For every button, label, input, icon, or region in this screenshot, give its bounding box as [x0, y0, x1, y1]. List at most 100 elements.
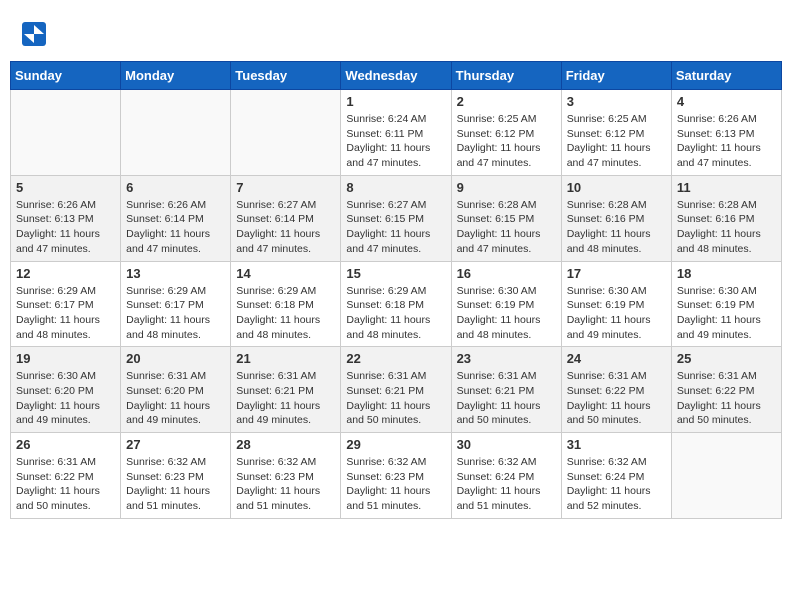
day-info: Sunrise: 6:24 AM Sunset: 6:11 PM Dayligh…	[346, 112, 445, 171]
calendar-cell: 7 Sunrise: 6:27 AM Sunset: 6:14 PM Daylig…	[231, 175, 341, 261]
day-info: Sunrise: 6:32 AM Sunset: 6:23 PM Dayligh…	[346, 455, 445, 514]
day-number: 24	[567, 351, 666, 366]
calendar-cell: 1 Sunrise: 6:24 AM Sunset: 6:11 PM Daylig…	[341, 90, 451, 176]
day-number: 7	[236, 180, 335, 195]
calendar-cell: 12Sunrise: 6:29 AM Sunset: 6:17 PM Dayli…	[11, 261, 121, 347]
day-info: Sunrise: 6:26 AM Sunset: 6:14 PM Dayligh…	[126, 198, 225, 257]
calendar-cell: 31 Sunrise: 6:32 AM Sunset: 6:24 PM Dayli…	[561, 433, 671, 519]
day-info: Sunrise: 6:30 AM Sunset: 6:19 PM Dayligh…	[457, 284, 556, 343]
day-number: 17	[567, 266, 666, 281]
day-info: Sunrise: 6:31 AM Sunset: 6:20 PM Dayligh…	[126, 369, 225, 428]
weekday-header-monday: Monday	[121, 62, 231, 90]
day-number: 29	[346, 437, 445, 452]
calendar-cell: 24 Sunrise: 6:31 AM Sunset: 6:22 PM Dayli…	[561, 347, 671, 433]
calendar-cell: 16 Sunrise: 6:30 AM Sunset: 6:19 PM Dayli…	[451, 261, 561, 347]
calendar-week-row: 1 Sunrise: 6:24 AM Sunset: 6:11 PM Daylig…	[11, 90, 782, 176]
day-number: 9	[457, 180, 556, 195]
day-info: Sunrise: 6:32 AM Sunset: 6:24 PM Dayligh…	[567, 455, 666, 514]
day-number: 28	[236, 437, 335, 452]
weekday-header-sunday: Sunday	[11, 62, 121, 90]
day-number: 1	[346, 94, 445, 109]
weekday-header-saturday: Saturday	[671, 62, 781, 90]
day-number: 30	[457, 437, 556, 452]
day-number: 23	[457, 351, 556, 366]
day-number: 26	[16, 437, 115, 452]
day-info: Sunrise: 6:27 AM Sunset: 6:15 PM Dayligh…	[346, 198, 445, 257]
calendar-cell: 4 Sunrise: 6:26 AM Sunset: 6:13 PM Daylig…	[671, 90, 781, 176]
calendar-cell: 14 Sunrise: 6:29 AM Sunset: 6:18 PM Dayli…	[231, 261, 341, 347]
calendar-cell: 19Sunrise: 6:30 AM Sunset: 6:20 PM Dayli…	[11, 347, 121, 433]
calendar-cell	[671, 433, 781, 519]
calendar-cell: 25Sunrise: 6:31 AM Sunset: 6:22 PM Dayli…	[671, 347, 781, 433]
calendar-cell: 2Sunrise: 6:25 AM Sunset: 6:12 PM Daylig…	[451, 90, 561, 176]
day-info: Sunrise: 6:29 AM Sunset: 6:17 PM Dayligh…	[126, 284, 225, 343]
day-number: 4	[677, 94, 776, 109]
calendar-cell: 9 Sunrise: 6:28 AM Sunset: 6:15 PM Daylig…	[451, 175, 561, 261]
day-number: 18	[677, 266, 776, 281]
weekday-header-wednesday: Wednesday	[341, 62, 451, 90]
day-info: Sunrise: 6:31 AM Sunset: 6:22 PM Dayligh…	[677, 369, 776, 428]
day-info: Sunrise: 6:31 AM Sunset: 6:21 PM Dayligh…	[236, 369, 335, 428]
logo-icon	[20, 20, 48, 48]
day-info: Sunrise: 6:32 AM Sunset: 6:23 PM Dayligh…	[126, 455, 225, 514]
day-info: Sunrise: 6:29 AM Sunset: 6:18 PM Dayligh…	[236, 284, 335, 343]
day-info: Sunrise: 6:30 AM Sunset: 6:19 PM Dayligh…	[677, 284, 776, 343]
day-number: 6	[126, 180, 225, 195]
day-number: 19	[16, 351, 115, 366]
calendar-cell: 20 Sunrise: 6:31 AM Sunset: 6:20 PM Dayli…	[121, 347, 231, 433]
calendar-week-row: 12Sunrise: 6:29 AM Sunset: 6:17 PM Dayli…	[11, 261, 782, 347]
day-info: Sunrise: 6:29 AM Sunset: 6:18 PM Dayligh…	[346, 284, 445, 343]
day-number: 21	[236, 351, 335, 366]
day-number: 31	[567, 437, 666, 452]
calendar-cell: 11Sunrise: 6:28 AM Sunset: 6:16 PM Dayli…	[671, 175, 781, 261]
weekday-header-tuesday: Tuesday	[231, 62, 341, 90]
day-number: 8	[346, 180, 445, 195]
calendar-cell: 23 Sunrise: 6:31 AM Sunset: 6:21 PM Dayli…	[451, 347, 561, 433]
calendar-week-row: 19Sunrise: 6:30 AM Sunset: 6:20 PM Dayli…	[11, 347, 782, 433]
day-info: Sunrise: 6:32 AM Sunset: 6:24 PM Dayligh…	[457, 455, 556, 514]
calendar-cell: 28 Sunrise: 6:32 AM Sunset: 6:23 PM Dayli…	[231, 433, 341, 519]
day-number: 15	[346, 266, 445, 281]
day-number: 16	[457, 266, 556, 281]
calendar-cell: 26 Sunrise: 6:31 AM Sunset: 6:22 PM Dayli…	[11, 433, 121, 519]
day-info: Sunrise: 6:32 AM Sunset: 6:23 PM Dayligh…	[236, 455, 335, 514]
calendar-cell: 22 Sunrise: 6:31 AM Sunset: 6:21 PM Dayli…	[341, 347, 451, 433]
calendar-cell: 5 Sunrise: 6:26 AM Sunset: 6:13 PM Daylig…	[11, 175, 121, 261]
weekday-header-thursday: Thursday	[451, 62, 561, 90]
day-info: Sunrise: 6:31 AM Sunset: 6:21 PM Dayligh…	[346, 369, 445, 428]
day-number: 10	[567, 180, 666, 195]
day-number: 5	[16, 180, 115, 195]
calendar-cell	[121, 90, 231, 176]
calendar-cell: 27 Sunrise: 6:32 AM Sunset: 6:23 PM Dayli…	[121, 433, 231, 519]
calendar-cell: 30 Sunrise: 6:32 AM Sunset: 6:24 PM Dayli…	[451, 433, 561, 519]
weekday-header-friday: Friday	[561, 62, 671, 90]
day-info: Sunrise: 6:29 AM Sunset: 6:17 PM Dayligh…	[16, 284, 115, 343]
day-number: 3	[567, 94, 666, 109]
calendar-cell: 6 Sunrise: 6:26 AM Sunset: 6:14 PM Daylig…	[121, 175, 231, 261]
day-info: Sunrise: 6:27 AM Sunset: 6:14 PM Dayligh…	[236, 198, 335, 257]
logo	[20, 20, 52, 48]
calendar-cell: 18 Sunrise: 6:30 AM Sunset: 6:19 PM Dayli…	[671, 261, 781, 347]
day-info: Sunrise: 6:26 AM Sunset: 6:13 PM Dayligh…	[16, 198, 115, 257]
calendar-cell: 8 Sunrise: 6:27 AM Sunset: 6:15 PM Daylig…	[341, 175, 451, 261]
day-info: Sunrise: 6:25 AM Sunset: 6:12 PM Dayligh…	[567, 112, 666, 171]
day-number: 14	[236, 266, 335, 281]
calendar-cell: 3 Sunrise: 6:25 AM Sunset: 6:12 PM Daylig…	[561, 90, 671, 176]
day-info: Sunrise: 6:28 AM Sunset: 6:16 PM Dayligh…	[567, 198, 666, 257]
day-number: 13	[126, 266, 225, 281]
day-number: 20	[126, 351, 225, 366]
day-info: Sunrise: 6:28 AM Sunset: 6:15 PM Dayligh…	[457, 198, 556, 257]
calendar-week-row: 5 Sunrise: 6:26 AM Sunset: 6:13 PM Daylig…	[11, 175, 782, 261]
calendar-cell	[231, 90, 341, 176]
day-info: Sunrise: 6:31 AM Sunset: 6:22 PM Dayligh…	[16, 455, 115, 514]
day-info: Sunrise: 6:31 AM Sunset: 6:21 PM Dayligh…	[457, 369, 556, 428]
calendar-cell: 15 Sunrise: 6:29 AM Sunset: 6:18 PM Dayli…	[341, 261, 451, 347]
calendar-cell: 13 Sunrise: 6:29 AM Sunset: 6:17 PM Dayli…	[121, 261, 231, 347]
day-info: Sunrise: 6:31 AM Sunset: 6:22 PM Dayligh…	[567, 369, 666, 428]
calendar: SundayMondayTuesdayWednesdayThursdayFrid…	[10, 61, 782, 519]
calendar-cell: 29 Sunrise: 6:32 AM Sunset: 6:23 PM Dayli…	[341, 433, 451, 519]
day-info: Sunrise: 6:26 AM Sunset: 6:13 PM Dayligh…	[677, 112, 776, 171]
day-number: 27	[126, 437, 225, 452]
day-number: 22	[346, 351, 445, 366]
day-info: Sunrise: 6:28 AM Sunset: 6:16 PM Dayligh…	[677, 198, 776, 257]
